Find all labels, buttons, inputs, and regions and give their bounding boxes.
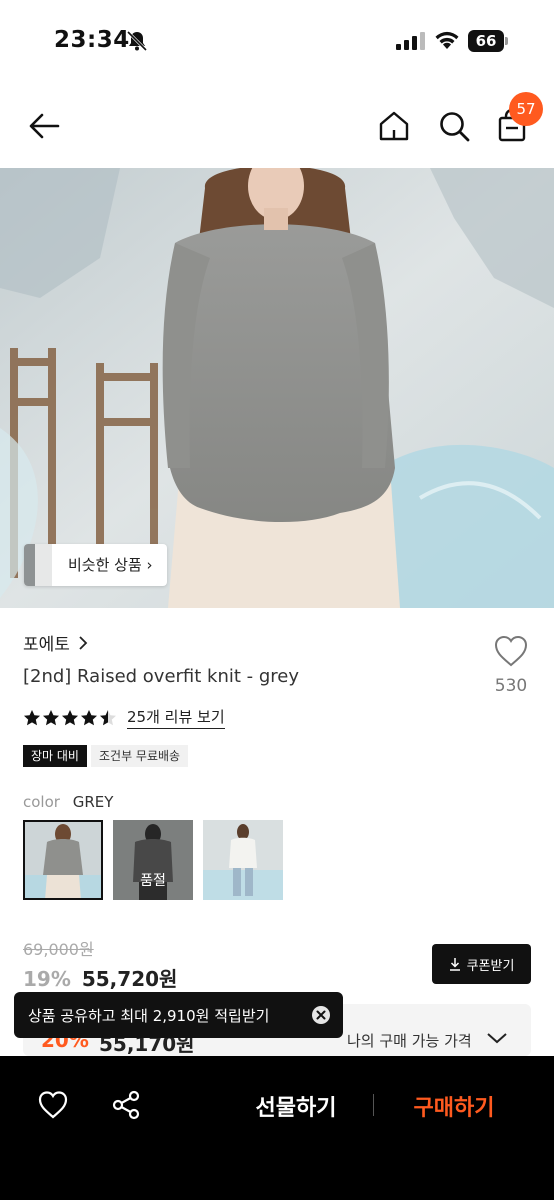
star-rating bbox=[23, 709, 117, 727]
status-time: 23:34 bbox=[54, 27, 130, 53]
soldout-label: 품절 bbox=[113, 820, 193, 900]
color-swatches: 품절 bbox=[23, 820, 283, 900]
share-icon[interactable] bbox=[110, 1089, 142, 1121]
wishlist-button[interactable] bbox=[490, 634, 532, 672]
divider bbox=[373, 1094, 374, 1116]
toast-text: 상품 공유하고 최대 2,910원 적립받기 bbox=[28, 1006, 270, 1025]
tag-free-shipping: 조건부 무료배송 bbox=[90, 745, 189, 767]
product-photo bbox=[0, 168, 554, 608]
share-reward-toast[interactable]: 상품 공유하고 최대 2,910원 적립받기 bbox=[14, 992, 343, 1038]
similar-thumbnail bbox=[24, 544, 52, 586]
color-row: color GREY bbox=[23, 793, 113, 811]
search-icon[interactable] bbox=[436, 108, 472, 144]
brand-link[interactable]: 포에토 bbox=[23, 630, 88, 655]
swatch-white[interactable] bbox=[203, 820, 283, 900]
chevron-right-icon bbox=[79, 635, 88, 650]
wifi-icon bbox=[435, 31, 459, 49]
original-price: 69,000원 bbox=[23, 940, 94, 959]
star-icon bbox=[100, 709, 116, 725]
sale-price: 55,720원 bbox=[81, 967, 178, 991]
buy-button[interactable]: 구매하기 bbox=[398, 1090, 510, 1122]
star-icon bbox=[24, 709, 40, 725]
sale-price-row: 19% 55,720원 bbox=[23, 963, 177, 992]
swatch-charcoal[interactable]: 품절 bbox=[113, 820, 193, 900]
star-icon bbox=[62, 709, 78, 725]
brand-name: 포에토 bbox=[23, 635, 70, 655]
close-icon[interactable] bbox=[311, 1005, 331, 1025]
signal-icon bbox=[396, 32, 425, 50]
heart-icon bbox=[494, 635, 528, 667]
back-arrow-icon[interactable] bbox=[26, 108, 62, 144]
swatch-grey[interactable] bbox=[23, 820, 103, 900]
heart-icon[interactable] bbox=[37, 1089, 69, 1121]
wishlist-count: 530 bbox=[494, 676, 528, 696]
gift-button[interactable]: 선물하기 bbox=[240, 1090, 352, 1122]
coupon-label: 쿠폰받기 bbox=[466, 958, 515, 974]
chevron-down-icon bbox=[487, 1033, 507, 1044]
coupon-button[interactable]: 쿠폰받기 bbox=[432, 944, 531, 984]
top-nav: 57 bbox=[0, 84, 554, 168]
cart-count-badge: 57 bbox=[509, 92, 543, 126]
tag-rainy-season: 장마 대비 bbox=[23, 745, 87, 767]
product-image[interactable]: 비슷한 상품 › bbox=[0, 168, 554, 608]
bottom-action-bar: 선물하기 구매하기 bbox=[0, 1056, 554, 1200]
review-link[interactable]: 25개 리뷰 보기 bbox=[127, 706, 225, 729]
similar-products-button[interactable]: 비슷한 상품 › bbox=[24, 544, 167, 586]
similar-products-label: 비슷한 상품 › bbox=[68, 556, 153, 574]
battery-level: 66 bbox=[468, 30, 504, 52]
status-bar: 23:34 66 bbox=[0, 0, 554, 84]
battery-icon: 66 bbox=[468, 30, 508, 52]
bell-off-icon bbox=[126, 30, 148, 52]
discount-percent: 19% bbox=[23, 967, 71, 991]
home-icon[interactable] bbox=[376, 108, 412, 144]
my-price-label: 나의 구매 가능 가격 bbox=[347, 1032, 472, 1050]
star-icon bbox=[43, 709, 59, 725]
color-label: color bbox=[23, 793, 60, 811]
star-icon bbox=[81, 709, 97, 725]
color-value: GREY bbox=[72, 793, 114, 811]
tag-list: 장마 대비 조건부 무료배송 bbox=[23, 745, 189, 767]
download-icon bbox=[449, 958, 460, 971]
product-name: [2nd] Raised overfit knit - grey bbox=[23, 666, 300, 687]
rating-row: 25개 리뷰 보기 bbox=[23, 706, 225, 729]
